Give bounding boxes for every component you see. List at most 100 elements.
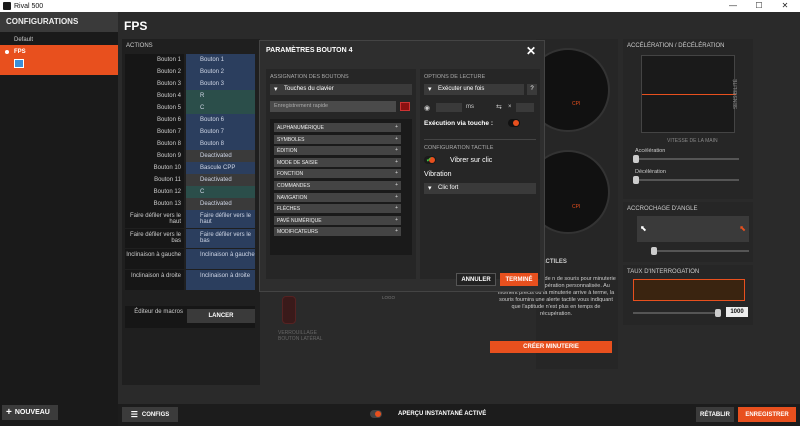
accel-graph[interactable] — [641, 55, 736, 133]
maximize-button[interactable]: ☐ — [746, 0, 772, 12]
quick-record-field[interactable]: Enregistrement rapide — [270, 101, 396, 112]
button-settings-dialog: PARAMÈTRES BOUTON 4 ✕ ASSIGNATION DES BO… — [259, 40, 545, 292]
action-row[interactable]: Faire défiler vers le bas Faire défiler v… — [125, 229, 255, 248]
logo-label: LOGO — [382, 295, 396, 300]
category-item[interactable]: NAVIGATION — [274, 192, 401, 202]
action-value[interactable]: Bouton 3 — [186, 78, 255, 90]
action-row[interactable]: Bouton 3 Bouton 3 — [125, 78, 255, 90]
action-row[interactable]: Bouton 2 Bouton 2 — [125, 66, 255, 78]
deceleration-slider[interactable] — [633, 176, 739, 184]
action-value[interactable]: R — [186, 90, 255, 102]
minimize-button[interactable]: — — [720, 0, 746, 12]
action-value[interactable]: Deactivated — [186, 150, 255, 162]
timer-icon: ◉ — [424, 105, 431, 112]
action-value[interactable]: C — [186, 186, 255, 198]
page-title: FPS — [124, 19, 148, 33]
sidebar-item-fps[interactable]: FPS — [0, 45, 118, 75]
category-item[interactable]: MODE DE SAISIE — [274, 157, 401, 167]
category-item[interactable]: ALPHANUMÉRIQUE — [274, 123, 401, 132]
action-row[interactable]: Bouton 1 Bouton 1 — [125, 54, 255, 66]
category-item[interactable]: FONCTION — [274, 169, 401, 179]
category-item[interactable]: ÉDITION — [274, 146, 401, 156]
close-window-button[interactable]: ✕ — [772, 0, 798, 12]
action-key: Bouton 12 — [125, 186, 184, 198]
live-preview-toggle[interactable] — [370, 410, 382, 418]
vibration-label: Vibration — [424, 171, 452, 178]
accel-panel: ACCÉLÉRATION / DÉCÉLÉRATION VITESSE DE L… — [623, 39, 753, 199]
action-value[interactable]: Inclinaison à gauche — [186, 249, 255, 269]
assign-label: ASSIGNATION DES BOUTONS — [270, 74, 349, 80]
action-row[interactable]: Bouton 4R — [125, 90, 255, 102]
help-button[interactable]: ? — [527, 84, 537, 95]
action-row[interactable]: Inclinaison à gauche Inclinaison à gauche — [125, 249, 255, 269]
divider — [424, 139, 536, 140]
action-key: Bouton 11 — [125, 174, 184, 186]
action-row[interactable]: Bouton 13 Deactivated — [125, 198, 255, 210]
action-value[interactable]: Bouton 2 — [186, 66, 255, 78]
action-value[interactable]: Deactivated — [186, 174, 255, 186]
action-value[interactable]: Inclinaison à droite — [186, 270, 255, 290]
polling-value[interactable]: 1000 — [726, 307, 748, 317]
action-row[interactable]: Bouton 10 Bascule CPP — [125, 162, 255, 174]
angle-slider[interactable] — [651, 247, 749, 255]
category-item[interactable]: FLÈCHES — [274, 204, 401, 214]
macro-label: Éditeur de macros — [134, 309, 183, 315]
action-row[interactable]: Bouton 8 Bouton 8 — [125, 138, 255, 150]
repeat-x-label: × — [508, 104, 512, 110]
category-item[interactable]: SYMBOLES — [274, 134, 401, 144]
playback-label: OPTIONS DE LECTURE — [424, 74, 486, 80]
action-key: Bouton 13 — [125, 198, 184, 210]
action-row[interactable]: Faire défiler vers le haut Faire défiler … — [125, 210, 255, 228]
cancel-button[interactable]: ANNULER — [456, 273, 496, 286]
delay-input[interactable] — [436, 103, 462, 112]
playback-dropdown[interactable]: Exécuter une fois — [424, 84, 524, 95]
category-item[interactable]: COMMANDES — [274, 181, 401, 190]
launch-macro-button[interactable]: LANCER — [187, 309, 255, 323]
accel-heading: ACCÉLÉRATION / DÉCÉLÉRATION — [627, 43, 725, 49]
repeat-icon: ⇆ — [496, 104, 502, 111]
action-value[interactable]: Deactivated — [186, 198, 255, 210]
angle-preview[interactable]: ⬉ ⬉ — [637, 216, 749, 242]
action-value[interactable]: Bouton 8 — [186, 138, 255, 150]
category-item[interactable]: MODIFICATEURS — [274, 227, 401, 237]
accel-curve — [642, 94, 736, 95]
side-lock-toggle[interactable] — [282, 296, 296, 324]
ms-label: ms — [466, 104, 474, 110]
action-value[interactable]: Bouton 1 — [186, 54, 255, 66]
action-value[interactable]: Faire défiler vers le bas — [186, 229, 255, 248]
record-button[interactable] — [400, 102, 410, 111]
repeat-count-input[interactable] — [516, 103, 534, 112]
action-value[interactable]: Bascule CPP — [186, 162, 255, 174]
new-config-button[interactable]: + NOUVEAU — [2, 405, 58, 420]
action-value[interactable]: Bouton 6 — [186, 114, 255, 126]
create-timer-button[interactable]: CRÉER MINUTERIE — [490, 341, 612, 353]
action-value[interactable]: Bouton 7 — [186, 126, 255, 138]
action-value[interactable]: Faire défiler vers le haut — [186, 210, 255, 228]
touch-exec-toggle[interactable] — [508, 119, 520, 127]
action-row[interactable]: Bouton 11 Deactivated — [125, 174, 255, 186]
action-row[interactable]: Bouton 12 C — [125, 186, 255, 198]
plus-icon: + — [6, 407, 12, 418]
acceleration-slider[interactable] — [633, 155, 739, 163]
reset-button[interactable]: RÉTABLIR — [696, 407, 734, 422]
action-row[interactable]: Bouton 6 Bouton 6 — [125, 114, 255, 126]
configs-button[interactable]: ☰ CONFIGS — [122, 407, 178, 422]
assign-dropdown[interactable]: Touches du clavier — [270, 84, 412, 95]
action-key: Bouton 2 — [125, 66, 184, 78]
action-row[interactable]: Inclinaison à droite Inclinaison à droite — [125, 270, 255, 290]
action-key: Bouton 6 — [125, 114, 184, 126]
action-value[interactable]: C — [186, 102, 255, 114]
action-row[interactable]: Bouton 5C — [125, 102, 255, 114]
playback-column: OPTIONS DE LECTURE Exécuter une fois ? ◉… — [420, 69, 540, 279]
done-button[interactable]: TERMINÉ — [500, 273, 538, 286]
vibration-dropdown[interactable]: Clic fort — [424, 183, 536, 194]
action-row[interactable]: Bouton 7 Bouton 7 — [125, 126, 255, 138]
polling-slider[interactable] — [633, 309, 721, 317]
action-row[interactable]: Bouton 9 Deactivated — [125, 150, 255, 162]
action-key: Bouton 8 — [125, 138, 184, 150]
category-item[interactable]: PAVÉ NUMÉRIQUE — [274, 215, 401, 225]
accel-axis-x: VITESSE DE LA MAIN — [667, 138, 718, 144]
save-button[interactable]: ENREGISTRER — [738, 407, 796, 422]
list-icon: ☰ — [130, 410, 138, 419]
dialog-close-button[interactable]: ✕ — [526, 44, 536, 58]
